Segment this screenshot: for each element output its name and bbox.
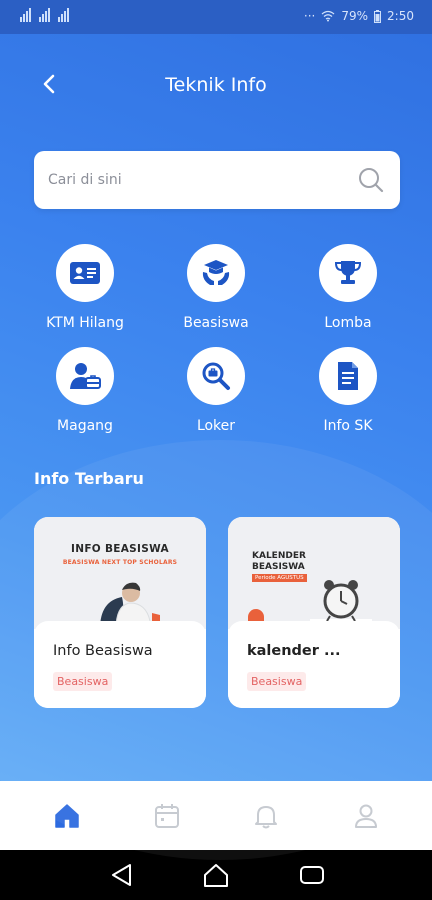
menu-item-lomba[interactable]: Lomba	[288, 244, 408, 331]
menu-icon-circle	[187, 244, 245, 302]
battery-icon	[374, 9, 382, 23]
menu-label: KTM Hilang	[46, 315, 124, 331]
user-icon	[355, 804, 377, 828]
card-title: Info Beasiswa	[53, 643, 153, 659]
nav-calendar[interactable]	[152, 801, 182, 831]
battery-percent: 79%	[341, 9, 369, 23]
more-icon: ···	[303, 9, 316, 23]
info-card[interactable]: KALENDER BEASISWA Periode AGUSTUS kalende…	[228, 517, 400, 708]
menu-item-beasiswa[interactable]: Beasiswa	[156, 244, 276, 331]
search-input[interactable]	[48, 151, 348, 209]
header: Teknik Info	[0, 34, 432, 134]
thumbnail-heading-line: KALENDER	[252, 551, 306, 561]
system-navigation-bar	[0, 850, 432, 900]
status-icons-right: ··· 79% 2:50	[304, 9, 414, 23]
back-triangle-icon[interactable]	[108, 862, 136, 888]
menu-label: Info SK	[323, 418, 373, 434]
menu-item-ktm-hilang[interactable]: KTM Hilang	[25, 244, 145, 331]
bottom-navigation	[0, 781, 432, 850]
alarm-clock-illustration	[310, 580, 372, 629]
menu-label: Lomba	[324, 315, 372, 331]
menu-icon-circle	[187, 347, 245, 405]
nav-profile[interactable]	[351, 801, 381, 831]
document-icon	[338, 362, 358, 390]
menu-icon-circle	[319, 244, 377, 302]
thumbnail-heading: INFO BEASISWA	[71, 543, 169, 555]
id-card-icon	[70, 262, 100, 284]
decorative-shape	[248, 609, 264, 623]
card-title: kalender ...	[247, 643, 341, 659]
search-box	[34, 151, 400, 209]
section-title: Info Terbaru	[34, 469, 144, 488]
menu-label: Beasiswa	[183, 315, 249, 331]
category-tag: Beasiswa	[53, 672, 113, 691]
status-bar: ··· 79% 2:50	[0, 0, 432, 34]
signal-icon	[58, 8, 69, 22]
menu-icon-circle	[56, 347, 114, 405]
thumbnail-heading: KALENDER BEASISWA	[252, 551, 306, 573]
search-icon[interactable]	[358, 167, 384, 193]
info-card[interactable]: INFO BEASISWA BEASISWA NEXT TOP SCHOLARS…	[34, 517, 206, 708]
bell-icon	[255, 806, 277, 829]
scholarship-icon	[202, 260, 230, 285]
card-thumbnail: KALENDER BEASISWA Periode AGUSTUS	[228, 517, 400, 629]
menu-icon-circle	[319, 347, 377, 405]
menu-item-magang[interactable]: Magang	[25, 347, 145, 434]
home-button-icon[interactable]	[202, 862, 230, 888]
job-search-icon	[202, 362, 230, 390]
home-icon	[55, 804, 79, 828]
trophy-icon	[334, 261, 362, 284]
status-icons-left	[20, 8, 69, 22]
thumbnail-subheading: BEASISWA NEXT TOP SCHOLARS	[62, 559, 178, 566]
signal-icon	[20, 8, 31, 22]
menu-item-loker[interactable]: Loker	[156, 347, 276, 434]
menu-item-info-sk[interactable]: Info SK	[288, 347, 408, 434]
thumbnail-subheading: Periode AGUSTUS	[252, 574, 307, 582]
internship-icon	[70, 363, 101, 389]
category-tag: Beasiswa	[247, 672, 307, 691]
wifi-icon	[321, 10, 335, 22]
card-body: kalender ... Beasiswa	[228, 621, 400, 708]
nav-home[interactable]	[52, 801, 82, 831]
app-screen: ··· 79% 2:50 Teknik Info KTM Hilang Beas…	[0, 0, 432, 900]
signal-icon	[39, 8, 50, 22]
recent-apps-icon[interactable]	[298, 862, 326, 888]
card-thumbnail: INFO BEASISWA BEASISWA NEXT TOP SCHOLARS	[34, 517, 206, 629]
person-illustration	[100, 582, 160, 629]
nav-notifications[interactable]	[251, 801, 281, 831]
clock-time: 2:50	[387, 9, 414, 23]
menu-label: Loker	[196, 418, 236, 434]
menu-icon-circle	[56, 244, 114, 302]
menu-label: Magang	[57, 418, 113, 434]
calendar-icon	[155, 804, 179, 828]
thumbnail-heading-line: BEASISWA	[252, 562, 305, 572]
page-title: Teknik Info	[165, 74, 267, 96]
card-body: Info Beasiswa Beasiswa	[34, 621, 206, 708]
